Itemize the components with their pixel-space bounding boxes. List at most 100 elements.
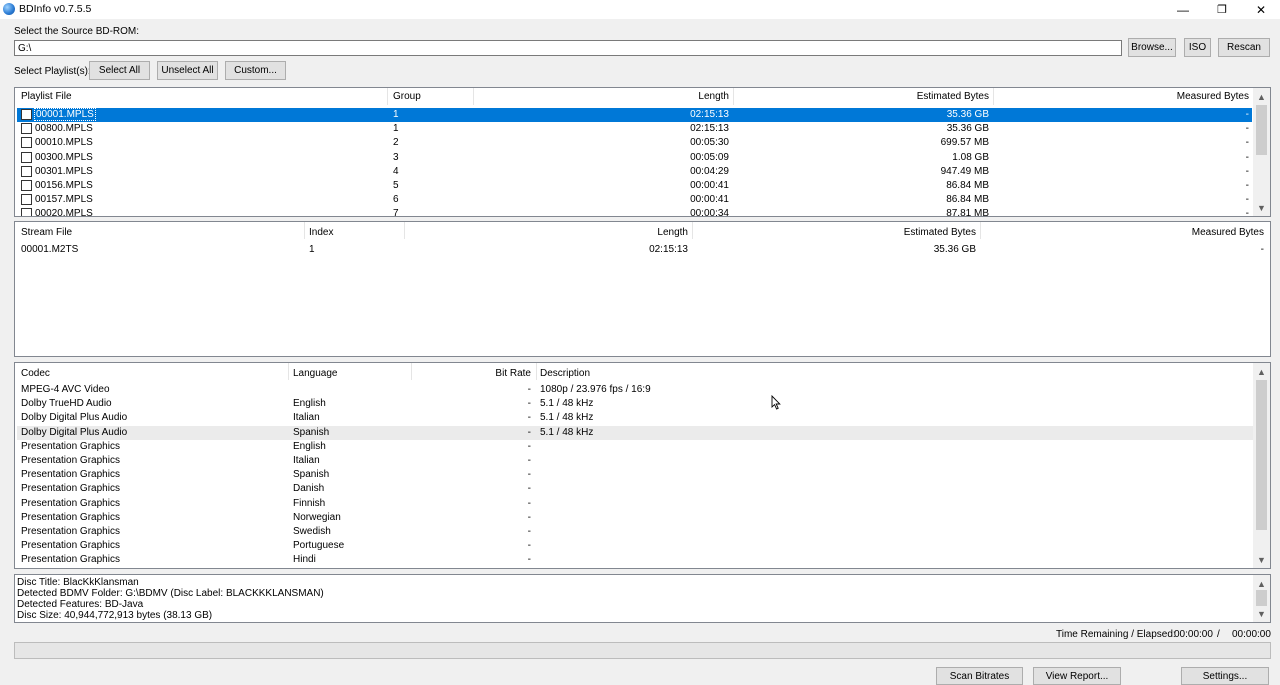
codec-language: Portuguese [293,540,345,552]
disc-info-box[interactable]: Disc Title: BlacKkKlansman Detected BDMV… [14,574,1271,623]
stream-length: 02:15:13 [649,244,688,255]
codec-bit-rate: - [527,398,531,410]
playlist-checkbox[interactable] [21,194,32,206]
playlist-checkbox[interactable] [21,109,32,120]
playlist-checkbox[interactable] [21,151,32,163]
header-length[interactable]: Length [408,227,688,238]
view-report-button[interactable]: View Report... [1033,667,1121,685]
rescan-button[interactable]: Rescan [1218,38,1270,57]
stream-list[interactable]: Stream File Index Length Estimated Bytes… [14,221,1271,357]
codec-language: Norwegian [293,511,341,523]
playlist-checkbox[interactable] [21,165,32,177]
playlist-row[interactable]: 00156.MPLS 5 00:00:41 86.84 MB - [17,179,1252,193]
playlist-row[interactable]: 00020.MPLS 7 00:00:34 87.81 MB - [17,207,1252,217]
codec-name: Presentation Graphics [21,469,120,481]
playlist-length: 00:05:30 [690,137,729,149]
playlist-checkbox[interactable] [21,208,32,216]
source-path-input[interactable]: G:\ [14,40,1122,56]
iso-button[interactable]: ISO [1184,38,1211,57]
codec-bit-rate: - [527,540,531,552]
scroll-down-icon[interactable]: ▼ [1253,605,1270,622]
settings-button[interactable]: Settings... [1181,667,1269,685]
browse-button[interactable]: Browse... [1128,38,1176,57]
codec-row[interactable]: Presentation Graphics Danish - [17,482,1253,496]
playlist-row[interactable]: 00800.MPLS 1 02:15:13 35.36 GB - [17,122,1252,136]
header-index[interactable]: Index [309,227,333,238]
playlist-length: 00:00:41 [690,194,729,206]
playlist-row[interactable]: 00301.MPLS 4 00:04:29 947.49 MB - [17,165,1252,179]
scroll-thumb[interactable] [1256,105,1267,155]
header-playlist-file[interactable]: Playlist File [21,91,72,102]
header-estimated-bytes[interactable]: Estimated Bytes [696,227,976,238]
playlist-list[interactable]: Playlist File Group Length Estimated Byt… [14,87,1271,217]
codec-row[interactable]: Presentation Graphics Spanish - [17,468,1253,482]
codec-row[interactable]: Dolby Digital Plus Audio Spanish -5.1 / 48… [17,425,1253,440]
header-language[interactable]: Language [293,368,338,379]
codec-language: Spanish [293,426,330,438]
codec-row[interactable]: Presentation Graphics Portuguese - [17,539,1253,553]
header-length[interactable]: Length [477,91,729,102]
playlist-length: 02:15:13 [690,109,729,120]
codec-row[interactable]: Dolby Digital Plus Audio Italian -5.1 / 48… [17,411,1253,425]
custom-button[interactable]: Custom... [225,61,286,80]
codec-row[interactable]: Presentation Graphics Finnish - [17,497,1253,511]
codec-row[interactable]: Presentation Graphics English - [17,440,1253,454]
codec-bit-rate: - [527,497,531,509]
scroll-thumb[interactable] [1256,590,1267,606]
codec-language: Italian [293,412,320,424]
unselect-all-button[interactable]: Unselect All [157,61,218,80]
header-group[interactable]: Group [393,91,421,102]
scroll-down-icon[interactable]: ▼ [1253,199,1270,216]
header-description[interactable]: Description [540,368,590,379]
minimize-button[interactable]: — [1164,0,1202,19]
disc-info-scrollbar[interactable]: ▲ ▼ [1253,575,1270,622]
restore-button[interactable]: ❐ [1203,0,1241,19]
playlist-file-name: 00001.MPLS [34,108,96,121]
scroll-up-icon[interactable]: ▲ [1253,363,1270,380]
playlist-group: 1 [393,109,399,120]
codec-language: English [293,398,326,410]
codec-row[interactable]: Dolby TrueHD Audio English -5.1 / 48 kHz [17,397,1253,411]
close-button[interactable]: ✕ [1242,0,1280,19]
codec-row[interactable]: Presentation Graphics Italian - [17,454,1253,468]
header-measured-bytes[interactable]: Measured Bytes [984,227,1264,238]
scroll-down-icon[interactable]: ▼ [1253,551,1270,568]
playlist-row[interactable]: 00010.MPLS 2 00:05:30 699.57 MB - [17,136,1252,150]
codec-row[interactable]: Presentation Graphics Swedish - [17,525,1253,539]
select-all-button[interactable]: Select All [89,61,150,80]
playlist-checkbox[interactable] [21,123,32,135]
codec-row[interactable]: Presentation Graphics Hindi - [17,553,1253,567]
playlist-file-name: 00800.MPLS [35,123,93,135]
header-measured-bytes[interactable]: Measured Bytes [997,91,1249,102]
header-estimated-bytes[interactable]: Estimated Bytes [737,91,989,102]
playlist-row[interactable]: 00157.MPLS 6 00:00:41 86.84 MB - [17,193,1252,207]
codec-bit-rate: - [527,526,531,537]
codec-bit-rate: - [527,554,531,566]
header-codec[interactable]: Codec [21,368,50,379]
stream-row[interactable]: 00001.M2TS 1 02:15:13 35.36 GB - [17,243,1269,257]
playlist-row[interactable]: 00300.MPLS 3 00:05:09 1.08 GB - [17,151,1252,165]
codec-row[interactable]: MPEG-4 AVC Video -1080p / 23.976 fps / 16… [17,383,1253,397]
playlist-scrollbar[interactable]: ▲ ▼ [1253,88,1270,216]
playlist-checkbox[interactable] [21,180,32,191]
codec-list[interactable]: Codec Language Bit Rate Description MPEG… [14,362,1271,569]
source-label: Select the Source BD-ROM: [14,26,140,37]
playlist-length: 00:00:34 [690,208,729,217]
header-stream-file[interactable]: Stream File [21,227,72,238]
playlist-measured-bytes: - [1245,165,1249,177]
app-icon [3,3,15,15]
codec-description: 1080p / 23.976 fps / 16:9 [540,384,651,395]
header-bit-rate[interactable]: Bit Rate [415,368,531,379]
codec-language: English [293,440,326,452]
codec-bit-rate: - [527,440,531,452]
playlist-checkbox[interactable] [21,137,32,149]
playlist-group: 4 [393,165,399,177]
scroll-up-icon[interactable]: ▲ [1253,88,1270,105]
codec-row[interactable]: Presentation Graphics Norwegian - [17,511,1253,525]
scroll-thumb[interactable] [1256,380,1267,530]
codec-bit-rate: - [527,412,531,424]
codec-description: 5.1 / 48 kHz [540,412,594,424]
playlist-row[interactable]: 00001.MPLS 1 02:15:13 35.36 GB - [17,108,1252,122]
scan-bitrates-button[interactable]: Scan Bitrates [936,667,1023,685]
codec-scrollbar[interactable]: ▲ ▼ [1253,363,1270,568]
